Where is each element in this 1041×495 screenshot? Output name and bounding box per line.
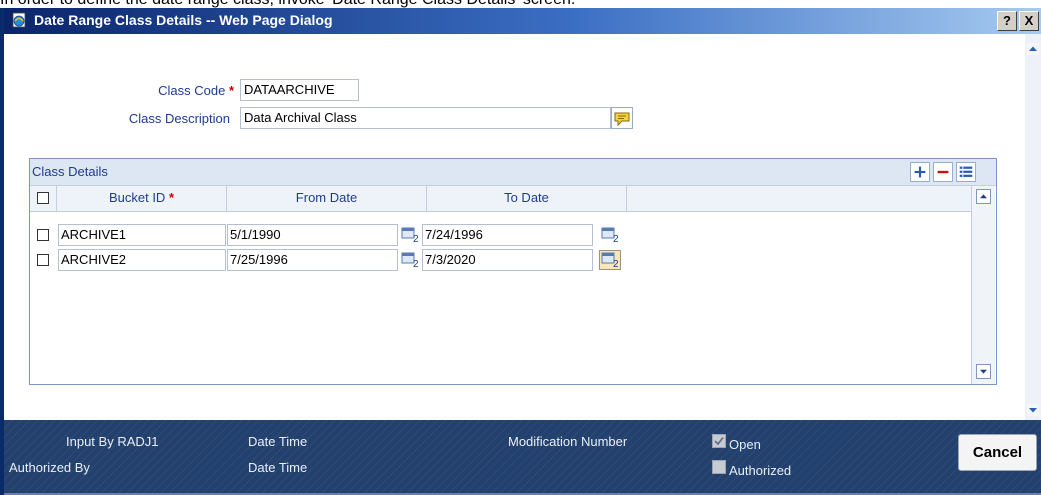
- cancel-button[interactable]: Cancel: [958, 434, 1037, 471]
- close-button[interactable]: X: [1019, 11, 1039, 31]
- svg-text:2: 2: [413, 234, 419, 245]
- input-by-label: Input By RADJ1: [66, 434, 159, 449]
- ie-page-icon: [12, 12, 26, 28]
- scroll-up-icon[interactable]: [1027, 43, 1039, 55]
- view-list-icon[interactable]: [956, 162, 976, 182]
- select-all-checkbox[interactable]: [37, 192, 49, 204]
- remove-row-icon[interactable]: [933, 162, 953, 182]
- svg-text:2: 2: [613, 259, 619, 270]
- from-date-input[interactable]: 5/1/1990: [227, 224, 398, 246]
- dialog-scrollbar[interactable]: [1025, 34, 1041, 420]
- grid-header-bar: Class Details: [30, 159, 996, 186]
- add-row-icon[interactable]: [910, 162, 930, 182]
- modification-number-label: Modification Number: [508, 434, 628, 449]
- date-time-label: Date Time: [248, 460, 308, 475]
- column-header-to-date: To Date: [427, 186, 627, 212]
- dialog-title: Date Range Class Details -- Web Page Dia…: [34, 12, 333, 28]
- input-by-value: RADJ1: [117, 434, 159, 449]
- help-button[interactable]: ?: [997, 11, 1017, 31]
- grid-scrollbar[interactable]: [971, 186, 995, 384]
- description-popup-icon[interactable]: [611, 107, 633, 129]
- dialog-body: Class Code * DATAARCHIVE Class Descripti…: [4, 34, 1025, 420]
- date-time-label: Date Time: [248, 434, 308, 449]
- column-header-filler: [627, 186, 971, 212]
- open-checkbox[interactable]: [712, 434, 726, 448]
- class-code-field[interactable]: DATAARCHIVE: [240, 79, 359, 101]
- class-details-grid: Class Details Bucket ID * From Date To D…: [29, 158, 997, 385]
- class-description-label: Class Description: [128, 111, 230, 126]
- authorized-label: Authorized: [729, 463, 792, 478]
- class-code-label: Class Code *: [158, 83, 234, 98]
- grid-title: Class Details: [32, 164, 108, 179]
- scroll-up-icon[interactable]: [976, 189, 991, 204]
- to-date-input[interactable]: 7/3/2020: [422, 249, 593, 271]
- bucket-id-input[interactable]: ARCHIVE2: [58, 249, 226, 271]
- calendar-icon[interactable]: 2: [399, 225, 421, 245]
- audit-footer: Input By RADJ1 Authorized By Date Time D…: [4, 420, 1041, 495]
- scroll-down-icon[interactable]: [976, 364, 991, 379]
- dialog-title-bar: Date Range Class Details -- Web Page Dia…: [4, 8, 1041, 34]
- row-checkbox[interactable]: [37, 229, 49, 241]
- calendar-icon[interactable]: 2: [599, 250, 621, 270]
- svg-text:2: 2: [413, 259, 419, 270]
- from-date-input[interactable]: 7/25/1996: [227, 249, 398, 271]
- class-description-field[interactable]: Data Archival Class: [240, 107, 611, 129]
- to-date-input[interactable]: 7/24/1996: [422, 224, 593, 246]
- row-checkbox[interactable]: [37, 254, 49, 266]
- scroll-down-icon[interactable]: [1027, 404, 1039, 416]
- authorized-checkbox[interactable]: [712, 460, 726, 474]
- bucket-id-input[interactable]: ARCHIVE1: [58, 224, 226, 246]
- authorized-by-label: Authorized By: [9, 460, 90, 475]
- column-header-bucket-id: Bucket ID *: [57, 186, 227, 212]
- column-header-from-date: From Date: [227, 186, 427, 212]
- calendar-icon[interactable]: 2: [599, 225, 621, 245]
- open-label: Open: [729, 437, 761, 452]
- calendar-icon[interactable]: 2: [399, 250, 421, 270]
- svg-text:2: 2: [613, 234, 619, 245]
- select-all-header: [30, 186, 57, 212]
